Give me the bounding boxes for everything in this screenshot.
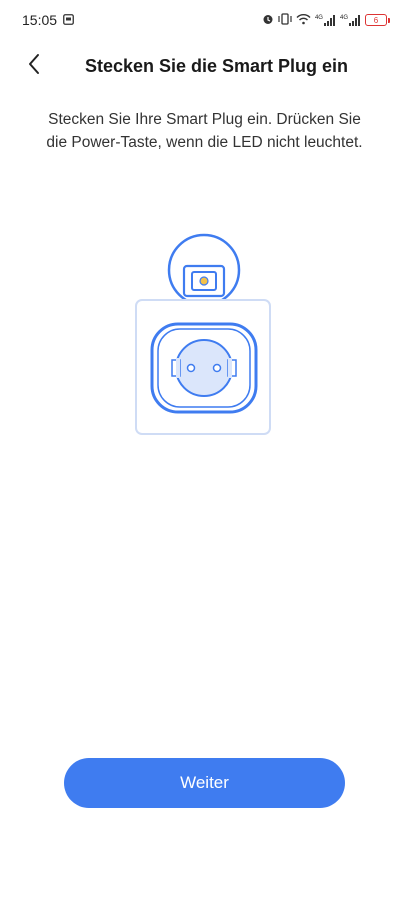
header: Stecken Sie die Smart Plug ein (0, 46, 409, 86)
alarm-icon (262, 12, 274, 28)
wifi-icon (296, 12, 311, 28)
status-left: 15:05 (22, 12, 74, 28)
page-title: Stecken Sie die Smart Plug ein (84, 55, 349, 76)
signal-4g-icon-2: 4G (339, 14, 361, 26)
instruction-text: Stecken Sie Ihre Smart Plug ein. Drücken… (46, 111, 363, 151)
battery-icon: 6 (365, 14, 390, 26)
next-button[interactable]: Weiter (64, 758, 345, 808)
notification-icon (63, 12, 74, 28)
status-time: 15:05 (22, 12, 58, 28)
vibrate-icon (278, 12, 292, 28)
smart-plug-icon (135, 233, 271, 435)
status-bar: 15:05 4G 4G 6 (0, 0, 409, 40)
battery-level: 6 (373, 15, 379, 25)
back-button[interactable] (18, 50, 50, 82)
signal-4g-icon: 4G (314, 14, 336, 26)
status-right: 4G 4G 6 (262, 12, 390, 28)
network-label-2: 4G (339, 14, 348, 21)
chevron-left-icon (27, 53, 41, 80)
smart-plug-illustration (134, 232, 274, 438)
network-label-1: 4G (314, 14, 323, 21)
